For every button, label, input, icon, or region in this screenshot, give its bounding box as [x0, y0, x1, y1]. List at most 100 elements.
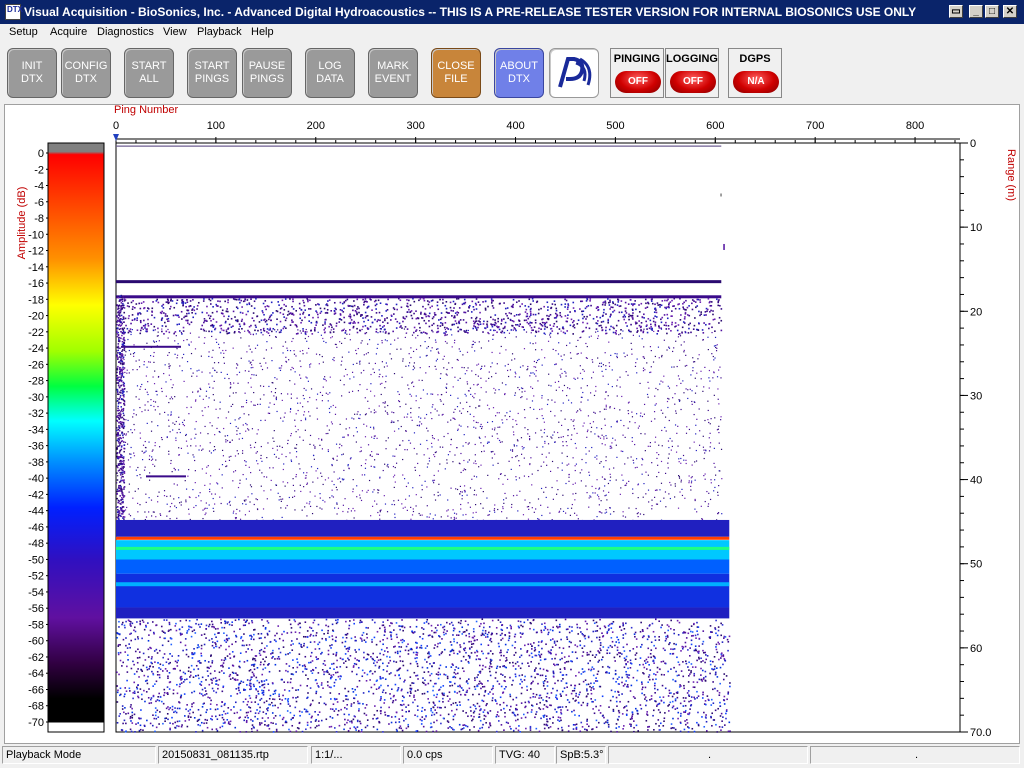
- echo-sample: [444, 334, 446, 337]
- echo-sample: [154, 442, 156, 444]
- echo-sample: [657, 330, 660, 332]
- echo-sample: [402, 440, 404, 442]
- echo-sample: [117, 506, 119, 508]
- echo-sample: [590, 426, 593, 428]
- echo-sample: [186, 339, 188, 341]
- echo-sample: [550, 410, 552, 413]
- echo-sample: [555, 307, 558, 310]
- echo-sample: [245, 503, 247, 505]
- echo-sample: [259, 362, 261, 365]
- echo-sample: [153, 341, 156, 343]
- echo-sample: [308, 308, 310, 310]
- echo-sample: [335, 343, 337, 346]
- close-icon[interactable]: ✕: [1003, 5, 1017, 18]
- menu-acquire[interactable]: Acquire: [50, 26, 87, 38]
- start-pings-button[interactable]: START PINGS: [187, 48, 237, 98]
- echo-sample: [490, 366, 492, 368]
- echo-sample: [445, 373, 447, 375]
- echo-sample: [124, 441, 127, 443]
- echo-sample: [695, 335, 697, 337]
- echo-sample: [319, 391, 322, 394]
- echo-sample: [178, 416, 180, 418]
- echo-sample: [235, 425, 237, 428]
- mark-event-button[interactable]: MARK EVENT: [368, 48, 418, 98]
- config-dtx-button[interactable]: CONFIG DTX: [61, 48, 111, 98]
- echo-sample: [309, 299, 311, 302]
- echogram-svg[interactable]: 0-2-4-6-8-10-12-14-16-18-20-22-24-26-28-…: [5, 105, 1019, 743]
- echo-sample: [168, 510, 170, 513]
- echo-sample: [232, 298, 235, 300]
- close-file-button[interactable]: CLOSE FILE: [431, 48, 481, 98]
- echo-sample: [182, 423, 184, 426]
- echo-sample: [711, 353, 713, 355]
- echo-sample: [325, 304, 327, 306]
- echo-sample: [128, 687, 131, 690]
- menu-diagnostics[interactable]: Diagnostics: [97, 26, 154, 38]
- echo-sample: [188, 323, 191, 326]
- echo-sample: [212, 324, 215, 327]
- colorbar-tick-label: -36: [28, 441, 44, 453]
- echo-sample: [277, 492, 279, 494]
- echo-sample: [509, 319, 512, 322]
- echo-sample: [714, 486, 716, 489]
- echo-sample: [240, 320, 243, 322]
- echo-sample: [190, 406, 192, 408]
- echo-sample: [704, 366, 706, 369]
- echo-sample: [144, 327, 146, 329]
- menu-help[interactable]: Help: [251, 26, 274, 38]
- echo-sample: [428, 312, 431, 315]
- echo-sample: [559, 312, 561, 314]
- echo-sample: [170, 411, 172, 413]
- echo-sample: [430, 442, 433, 444]
- echo-sample: [566, 387, 569, 389]
- echo-sample: [529, 342, 531, 344]
- echo-sample: [519, 323, 522, 326]
- echo-sample: [564, 303, 567, 305]
- echo-sample: [248, 370, 250, 372]
- pause-pings-button[interactable]: PAUSE PINGS: [242, 48, 292, 98]
- echo-sample: [353, 304, 356, 307]
- app-icon[interactable]: DTX: [5, 4, 23, 20]
- echo-sample: [459, 377, 461, 379]
- init-dtx-button[interactable]: INIT DTX: [7, 48, 57, 98]
- echo-sample: [375, 303, 378, 306]
- echo-sample: [685, 309, 687, 311]
- echo-sample: [718, 442, 720, 444]
- echo-sample: [705, 450, 707, 452]
- echo-sample: [309, 501, 311, 503]
- start-all-button[interactable]: START ALL: [124, 48, 174, 98]
- echo-sample: [574, 310, 576, 312]
- echo-sample: [574, 378, 576, 380]
- echo-sample: [685, 459, 687, 461]
- echo-sample: [166, 298, 169, 301]
- minimize-icon[interactable]: _: [969, 5, 983, 18]
- echo-sample: [393, 486, 395, 489]
- echo-sample: [665, 321, 667, 324]
- log-data-button[interactable]: LOG DATA: [305, 48, 355, 98]
- echo-sample: [693, 324, 696, 327]
- echo-sample: [442, 446, 444, 448]
- echo-sample: [527, 433, 529, 435]
- echo-sample: [330, 337, 332, 339]
- maximize-icon[interactable]: □: [985, 5, 999, 18]
- menu-view[interactable]: View: [163, 26, 187, 38]
- echo-sample: [480, 347, 482, 349]
- echo-sample: [332, 331, 335, 333]
- echo-sample: [453, 315, 456, 317]
- about-dtx-button[interactable]: ABOUT DTX: [494, 48, 544, 98]
- echo-sample: [321, 508, 323, 510]
- echo-sample: [650, 366, 652, 368]
- menu-setup[interactable]: Setup: [9, 26, 38, 38]
- echo-sample: [245, 422, 247, 425]
- echo-sample: [604, 512, 606, 514]
- restore-down-icon[interactable]: ▭: [949, 5, 963, 18]
- echo-sample: [457, 326, 459, 329]
- echo-sample: [699, 301, 702, 303]
- echo-sample: [438, 653, 441, 656]
- echo-sample: [120, 417, 122, 419]
- echo-sample: [255, 298, 257, 300]
- echo-sample: [379, 518, 381, 520]
- biosonics-logo-icon[interactable]: [549, 48, 599, 98]
- echo-sample: [444, 322, 447, 324]
- menu-playback[interactable]: Playback: [197, 26, 242, 38]
